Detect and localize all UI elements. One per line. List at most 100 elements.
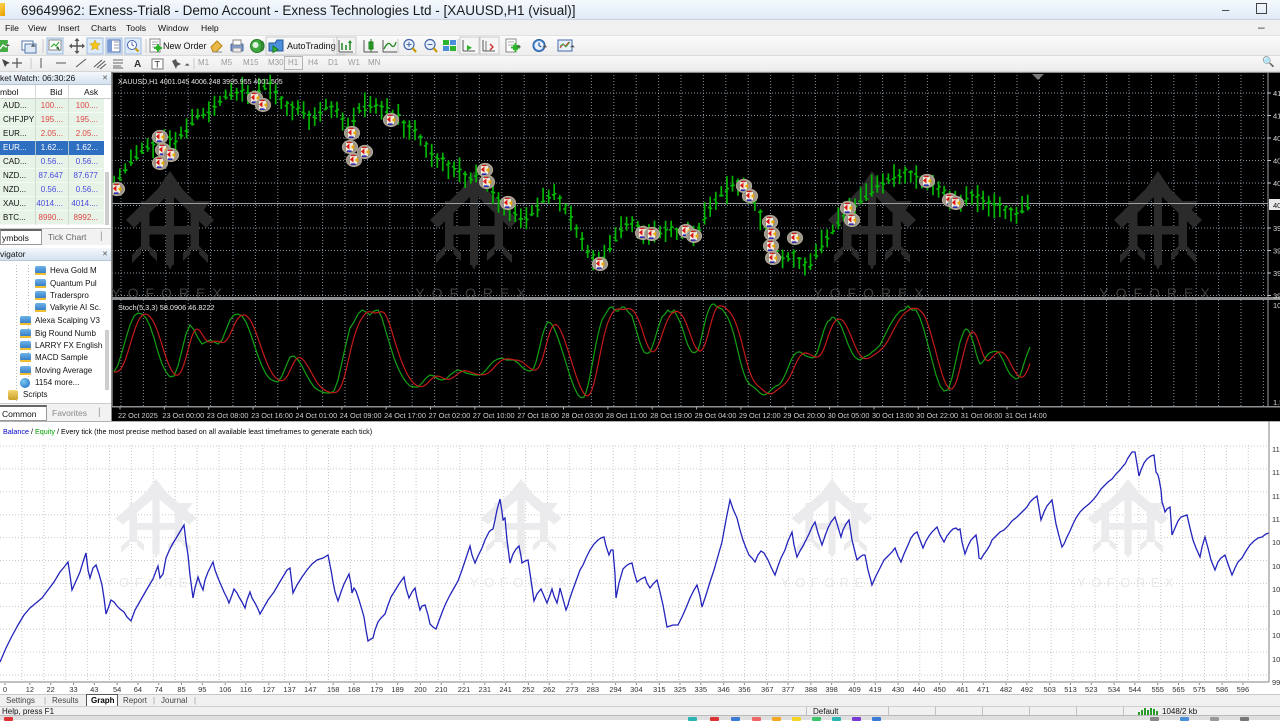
svg-text:23 Oct 00:00: 23 Oct 00:00 <box>162 411 204 420</box>
svg-text:231: 231 <box>479 685 492 694</box>
svg-text:179: 179 <box>371 685 384 694</box>
svg-text:356: 356 <box>738 685 751 694</box>
svg-text:31 Oct 06:00: 31 Oct 06:00 <box>961 411 1003 420</box>
svg-text:3900.95: 3900.95 <box>1273 292 1280 301</box>
svg-text:294: 294 <box>609 685 622 694</box>
svg-text:325: 325 <box>674 685 687 694</box>
svg-text:4100.95: 4100.95 <box>1273 112 1280 121</box>
svg-text:388: 388 <box>805 685 818 694</box>
svg-text:10947: 10947 <box>1272 538 1280 547</box>
svg-text:158: 158 <box>327 685 340 694</box>
svg-text:283: 283 <box>587 685 600 694</box>
svg-text:30 Oct 13:00: 30 Oct 13:00 <box>872 411 914 420</box>
svg-text:315: 315 <box>653 685 666 694</box>
svg-text:346: 346 <box>717 685 730 694</box>
svg-text:335: 335 <box>695 685 708 694</box>
svg-text:11609: 11609 <box>1272 445 1280 454</box>
svg-text:565: 565 <box>1172 685 1185 694</box>
svg-text:4125.95: 4125.95 <box>1273 89 1280 98</box>
svg-text:10616: 10616 <box>1272 585 1280 594</box>
svg-text:27 Oct 18:00: 27 Oct 18:00 <box>517 411 559 420</box>
svg-text:YOFOREX: YOFOREX <box>470 575 572 590</box>
svg-text:11113: 11113 <box>1272 515 1280 524</box>
svg-text:28 Oct 19:00: 28 Oct 19:00 <box>650 411 692 420</box>
svg-text:482: 482 <box>1000 685 1013 694</box>
svg-text:10782: 10782 <box>1272 562 1280 571</box>
svg-text:Stoch(5,3,3) 58.0906 46.8222: Stoch(5,3,3) 58.0906 46.8222 <box>118 303 215 312</box>
svg-text:440: 440 <box>913 685 926 694</box>
svg-text:367: 367 <box>761 685 774 694</box>
svg-text:11444: 11444 <box>1272 468 1280 477</box>
svg-text:28 Oct 03:00: 28 Oct 03:00 <box>562 411 604 420</box>
svg-text:544: 544 <box>1129 685 1142 694</box>
svg-text:4075.95: 4075.95 <box>1273 134 1280 143</box>
svg-text:Balance / Equity / Every tick: Balance / Equity / Every tick (the most … <box>3 427 372 436</box>
svg-text:147: 147 <box>304 685 317 694</box>
svg-text:23 Oct 08:00: 23 Oct 08:00 <box>207 411 249 420</box>
svg-text:534: 534 <box>1108 685 1121 694</box>
svg-text:22: 22 <box>47 685 55 694</box>
svg-text:0: 0 <box>3 685 7 694</box>
svg-text:A: A <box>134 59 141 70</box>
svg-text:1.5820: 1.5820 <box>1273 398 1280 407</box>
svg-text:27 Oct 10:00: 27 Oct 10:00 <box>473 411 515 420</box>
svg-text:471: 471 <box>977 685 990 694</box>
svg-text:273: 273 <box>566 685 579 694</box>
svg-text:4001.50: 4001.50 <box>1273 201 1280 210</box>
svg-text:409: 409 <box>848 685 861 694</box>
svg-text:4050.95: 4050.95 <box>1273 157 1280 166</box>
svg-text:3975.95: 3975.95 <box>1273 224 1280 233</box>
svg-text:377: 377 <box>782 685 795 694</box>
svg-text:33: 33 <box>69 685 77 694</box>
svg-text:304: 304 <box>630 685 643 694</box>
svg-text:127: 127 <box>263 685 276 694</box>
svg-text:54: 54 <box>113 685 121 694</box>
svg-text:252: 252 <box>522 685 535 694</box>
svg-text:9954: 9954 <box>1272 678 1280 687</box>
svg-text:189: 189 <box>391 685 404 694</box>
svg-text:116: 116 <box>240 685 252 694</box>
svg-text:241: 241 <box>499 685 512 694</box>
svg-text:461: 461 <box>956 685 969 694</box>
svg-text:596: 596 <box>1237 685 1250 694</box>
svg-text:398: 398 <box>825 685 838 694</box>
svg-text:28 Oct 11:00: 28 Oct 11:00 <box>606 411 647 420</box>
svg-text:29 Oct 04:00: 29 Oct 04:00 <box>695 411 737 420</box>
svg-text:YOFOREX: YOFOREX <box>1077 575 1179 590</box>
svg-text:221: 221 <box>458 685 471 694</box>
svg-text:3950.95: 3950.95 <box>1273 247 1280 256</box>
svg-text:24 Oct 17:00: 24 Oct 17:00 <box>384 411 426 420</box>
svg-text:24 Oct 09:00: 24 Oct 09:00 <box>340 411 382 420</box>
svg-text:11278: 11278 <box>1272 492 1280 501</box>
svg-text:210: 210 <box>435 685 448 694</box>
svg-text:100.0000: 100.0000 <box>1273 301 1280 310</box>
svg-text:586: 586 <box>1216 685 1229 694</box>
svg-text:3925.95: 3925.95 <box>1273 269 1280 278</box>
svg-text:30 Oct 22:00: 30 Oct 22:00 <box>916 411 958 420</box>
svg-text:30 Oct 05:00: 30 Oct 05:00 <box>828 411 870 420</box>
svg-text:200: 200 <box>414 685 427 694</box>
svg-text:12: 12 <box>26 685 34 694</box>
svg-text:64: 64 <box>134 685 142 694</box>
svg-text:31 Oct 14:00: 31 Oct 14:00 <box>1005 411 1047 420</box>
svg-text:23 Oct 16:00: 23 Oct 16:00 <box>251 411 293 420</box>
svg-text:XAUUSD,H1 4001.045 4006.248 39: XAUUSD,H1 4001.045 4006.248 3995.955 400… <box>118 79 283 86</box>
svg-text:575: 575 <box>1193 685 1206 694</box>
svg-text:74: 74 <box>155 685 163 694</box>
svg-text:555: 555 <box>1151 685 1164 694</box>
svg-text:10285: 10285 <box>1272 631 1280 640</box>
svg-text:523: 523 <box>1085 685 1098 694</box>
svg-text:29 Oct 20:00: 29 Oct 20:00 <box>783 411 825 420</box>
svg-text:10451: 10451 <box>1272 608 1280 617</box>
svg-text:10120: 10120 <box>1272 655 1280 664</box>
svg-text:450: 450 <box>933 685 946 694</box>
svg-text:513: 513 <box>1064 685 1077 694</box>
svg-text:43: 43 <box>90 685 98 694</box>
svg-text:430: 430 <box>892 685 905 694</box>
svg-text:24 Oct 01:00: 24 Oct 01:00 <box>295 411 337 420</box>
svg-text:137: 137 <box>283 685 296 694</box>
svg-text:YOFOREX: YOFOREX <box>781 575 883 590</box>
svg-text:85: 85 <box>177 685 185 694</box>
svg-text:262: 262 <box>543 685 556 694</box>
svg-text:T: T <box>155 60 161 70</box>
